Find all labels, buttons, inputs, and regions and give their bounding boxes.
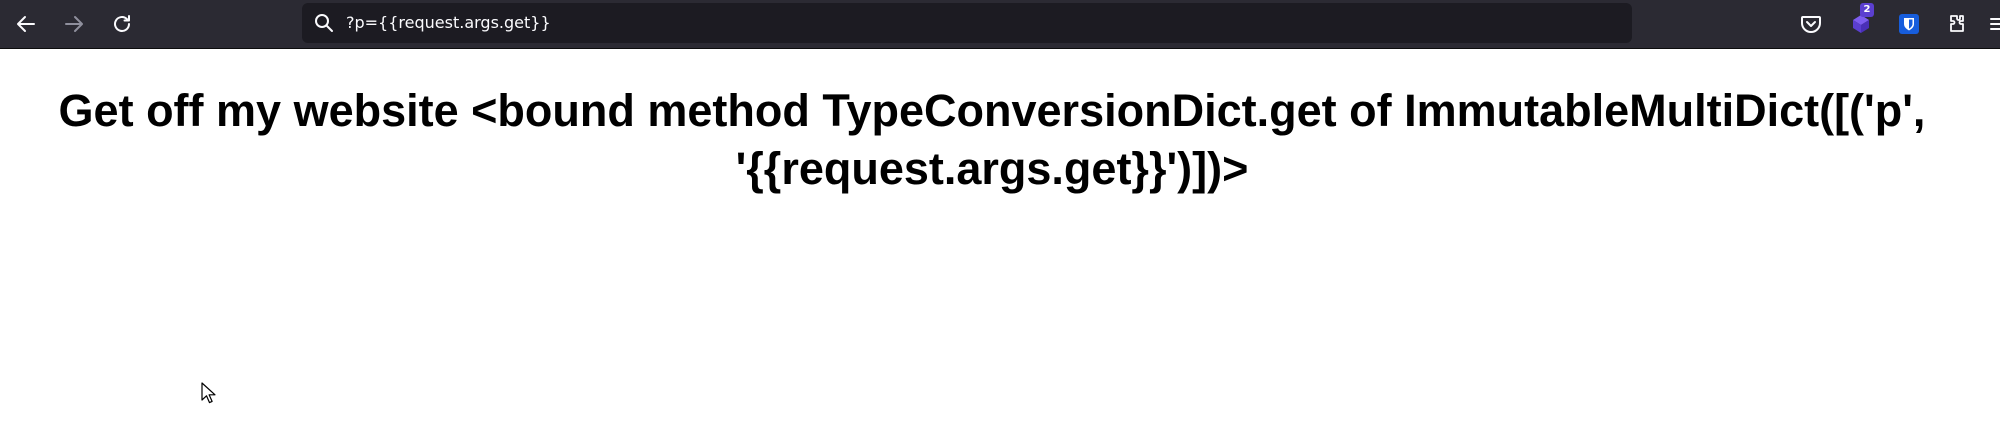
- bitwarden-shield-icon: [1899, 14, 1919, 34]
- menu-button[interactable]: [1985, 9, 2000, 39]
- mouse-cursor-icon: [201, 382, 216, 404]
- arrow-left-icon: [17, 16, 35, 32]
- heading-line-1: Get off my website <bound method TypeCon…: [58, 85, 1926, 136]
- extension-badge: 2: [1860, 3, 1874, 17]
- back-button[interactable]: [9, 7, 43, 41]
- arrow-right-icon: [65, 16, 83, 32]
- reload-icon: [114, 15, 130, 32]
- extension-button[interactable]: 2: [1846, 3, 1876, 39]
- address-bar[interactable]: ?p={{request.args.get}}: [302, 3, 1632, 43]
- pocket-button[interactable]: [1796, 9, 1826, 39]
- pocket-icon: [1801, 16, 1821, 33]
- reload-button[interactable]: [105, 7, 139, 41]
- page-heading: Get off my website <bound method TypeCon…: [0, 82, 1984, 198]
- extensions-button[interactable]: [1942, 9, 1972, 39]
- address-bar-url[interactable]: ?p={{request.args.get}}: [346, 13, 551, 32]
- browser-toolbar: ?p={{request.args.get}} 2: [0, 0, 2000, 49]
- puzzle-icon: [1950, 15, 1964, 32]
- bitwarden-button[interactable]: [1894, 9, 1924, 39]
- page-content: Get off my website <bound method TypeCon…: [0, 49, 2000, 427]
- forward-button[interactable]: [57, 7, 91, 41]
- search-icon: [315, 14, 333, 32]
- menu-icon: [1990, 18, 2000, 30]
- heading-line-2: '{{request.args.get}}')])>: [735, 143, 1249, 194]
